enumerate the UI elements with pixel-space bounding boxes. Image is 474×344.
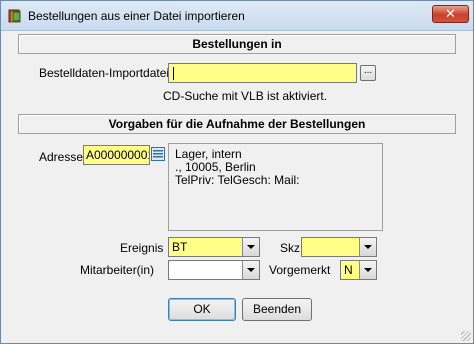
adresse-label: Adresse bbox=[39, 150, 84, 164]
mitarbeiter-label: Mitarbeiter(in) bbox=[80, 263, 155, 277]
address-line-3: TelPriv: TelGesch: Mail: bbox=[175, 173, 300, 187]
text-caret bbox=[173, 67, 174, 80]
vorgemerkt-select[interactable]: N bbox=[340, 260, 377, 280]
skz-select[interactable] bbox=[301, 237, 377, 257]
chevron-down-icon bbox=[247, 245, 255, 249]
chevron-down-icon bbox=[364, 268, 372, 272]
browse-button[interactable]: ... bbox=[360, 65, 376, 81]
mitarbeiter-dropdown-button[interactable] bbox=[242, 261, 259, 279]
ok-button[interactable]: OK bbox=[168, 298, 236, 321]
book-app-icon bbox=[8, 9, 21, 23]
import-file-label: Bestelldaten-Importdatei bbox=[39, 66, 170, 80]
section-header-vorgaben: Vorgaben für die Aufnahme der Bestellung… bbox=[18, 114, 456, 134]
adresse-input[interactable]: A000000001 bbox=[83, 145, 150, 165]
ok-button-label: OK bbox=[193, 302, 211, 316]
chevron-down-icon bbox=[247, 268, 255, 272]
skz-dropdown-button[interactable] bbox=[359, 238, 376, 256]
section-header-bestellungen: Bestellungen in bbox=[18, 34, 456, 54]
chevron-down-icon bbox=[364, 245, 372, 249]
window-title: Bestellungen aus einer Datei importieren bbox=[28, 9, 245, 23]
ereignis-dropdown-button[interactable] bbox=[242, 238, 259, 256]
import-dialog: Bestellungen aus einer Datei importieren… bbox=[0, 0, 474, 344]
mitarbeiter-select[interactable] bbox=[168, 260, 260, 280]
beenden-button-label: Beenden bbox=[252, 302, 302, 316]
close-icon: ✕ bbox=[445, 6, 456, 21]
import-file-input[interactable] bbox=[168, 63, 357, 83]
ereignis-label: Ereignis bbox=[120, 241, 164, 255]
ereignis-select[interactable]: BT bbox=[168, 237, 260, 257]
resize-grip[interactable] bbox=[461, 331, 471, 341]
vorgemerkt-label: Vorgemerkt bbox=[269, 263, 331, 277]
title-bar[interactable]: Bestellungen aus einer Datei importieren… bbox=[1, 1, 473, 31]
beenden-button[interactable]: Beenden bbox=[242, 298, 312, 321]
skz-label: Skz bbox=[280, 241, 301, 255]
address-lookup-icon[interactable] bbox=[151, 147, 165, 161]
address-details-box: Lager, intern ., 10005, Berlin TelPriv: … bbox=[168, 143, 383, 231]
close-button[interactable]: ✕ bbox=[432, 5, 469, 23]
vorgemerkt-dropdown-button[interactable] bbox=[359, 261, 376, 279]
cd-search-info: CD-Suche mit VLB ist aktiviert. bbox=[163, 89, 328, 103]
